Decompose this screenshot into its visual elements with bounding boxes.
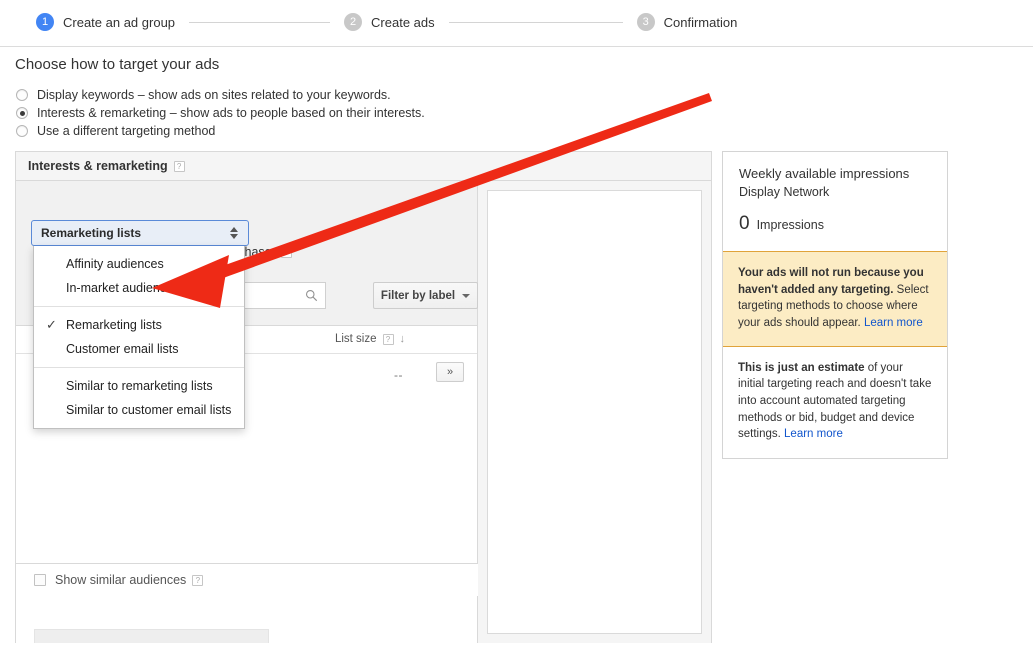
estimates-sidebar: Weekly available impressions Display Net… bbox=[722, 151, 948, 460]
wizard-connector-1 bbox=[189, 21, 331, 23]
audience-type-dropdown-value: Remarketing lists bbox=[41, 226, 142, 240]
show-similar-audiences-label: Show similar audiences bbox=[55, 573, 187, 587]
dropdown-item-label: Similar to customer email lists bbox=[66, 403, 232, 417]
sort-descending-icon[interactable]: ↓ bbox=[400, 333, 406, 345]
radio-option-display-keywords[interactable]: Display keywords – show ads on sites rel… bbox=[16, 86, 425, 104]
wizard-step-2[interactable]: 2 Create ads bbox=[344, 13, 435, 31]
show-similar-audiences-row[interactable]: Show similar audiences ? bbox=[16, 563, 478, 596]
impressions-value-row: 0 Impressions bbox=[739, 213, 931, 235]
estimate-disclaimer: This is just an estimate of your initial… bbox=[723, 347, 947, 458]
show-similar-audiences-checkbox[interactable] bbox=[34, 574, 46, 586]
estimate-title: Weekly available impressions bbox=[739, 166, 910, 181]
help-icon[interactable]: ? bbox=[382, 333, 394, 345]
radio-option-interests-remarketing[interactable]: Interests & remarketing – show ads to pe… bbox=[16, 104, 425, 122]
impressions-estimate-section: Weekly available impressions Display Net… bbox=[723, 152, 947, 251]
dropdown-item-similar-to-remarketing-lists[interactable]: Similar to remarketing lists bbox=[34, 374, 244, 398]
no-targeting-warning: Your ads will not run because you haven'… bbox=[723, 251, 947, 347]
page-root: 1 Create an ad group 2 Create ads 3 Conf… bbox=[0, 0, 1033, 658]
radio-label-interests-remarketing: Interests & remarketing – show ads to pe… bbox=[37, 106, 425, 120]
list-size-value: -- bbox=[394, 368, 403, 382]
audience-type-dropdown-menu: Affinity audiences In-market audiences ✓… bbox=[33, 246, 245, 429]
list-size-column-header[interactable]: List size ? ↓ bbox=[335, 333, 405, 345]
estimate-network: Display Network bbox=[739, 185, 830, 199]
dropdown-item-customer-email-lists[interactable]: Customer email lists bbox=[34, 337, 244, 361]
wizard-header: 1 Create an ad group 2 Create ads 3 Conf… bbox=[0, 0, 1033, 47]
panel-body: may be most likely to purchase ? Filter … bbox=[16, 181, 711, 643]
panel-title: Interests & remarketing bbox=[28, 159, 168, 173]
dropdown-item-label: In-market audiences bbox=[66, 281, 180, 295]
panel-header: Interests & remarketing ? bbox=[16, 152, 711, 181]
list-size-label: List size bbox=[334, 333, 377, 345]
selected-audiences-box[interactable] bbox=[487, 190, 702, 634]
dropdown-separator bbox=[34, 367, 244, 368]
disclaimer-bold-text: This is just an estimate bbox=[738, 361, 865, 374]
wizard-step-1[interactable]: 1 Create an ad group bbox=[36, 13, 175, 31]
search-icon bbox=[306, 290, 318, 302]
dropdown-item-similar-to-customer-email-lists[interactable]: Similar to customer email lists bbox=[34, 398, 244, 422]
radio-button-icon[interactable] bbox=[16, 89, 28, 101]
footer-strip bbox=[34, 629, 269, 643]
dropdown-item-label: Customer email lists bbox=[66, 342, 179, 356]
wizard-step-3[interactable]: 3 Confirmation bbox=[636, 13, 738, 31]
dropdown-item-label: Similar to remarketing lists bbox=[66, 379, 213, 393]
step-1-label: Create an ad group bbox=[63, 14, 176, 30]
page-title: Choose how to target your ads bbox=[15, 56, 220, 73]
step-1-number: 1 bbox=[36, 13, 54, 31]
wizard-connector-2 bbox=[448, 21, 623, 23]
step-3-number: 3 bbox=[636, 13, 655, 31]
interests-remarketing-panel: Interests & remarketing ? may be most li… bbox=[15, 151, 712, 643]
dropdown-item-affinity-audiences[interactable]: Affinity audiences bbox=[34, 252, 244, 276]
impressions-unit-label: Impressions bbox=[756, 218, 824, 232]
audience-type-dropdown-button[interactable]: Remarketing lists bbox=[31, 220, 249, 246]
targeting-method-radio-group: Display keywords – show ads on sites rel… bbox=[16, 86, 425, 140]
radio-label-display-keywords: Display keywords – show ads on sites rel… bbox=[37, 88, 391, 102]
help-icon[interactable]: ? bbox=[192, 574, 204, 586]
radio-button-icon[interactable] bbox=[16, 125, 28, 137]
filter-by-label-text: Filter by label bbox=[380, 289, 456, 302]
wizard-steps: 1 Create an ad group 2 Create ads 3 Conf… bbox=[36, 13, 737, 31]
radio-option-different-method[interactable]: Use a different targeting method bbox=[16, 122, 425, 140]
warning-learn-more-link[interactable]: Learn more bbox=[864, 317, 923, 329]
dropdown-item-label: Remarketing lists bbox=[66, 318, 162, 332]
add-all-button[interactable]: » bbox=[436, 362, 464, 382]
disclaimer-learn-more-link[interactable]: Learn more bbox=[784, 428, 843, 440]
help-icon[interactable]: ? bbox=[173, 160, 185, 172]
radio-label-different-method: Use a different targeting method bbox=[37, 124, 216, 138]
dropdown-item-in-market-audiences[interactable]: In-market audiences bbox=[34, 276, 244, 300]
help-icon[interactable]: ? bbox=[281, 247, 293, 259]
filter-by-label-button[interactable]: Filter by label bbox=[373, 282, 478, 309]
dropdown-item-remarketing-lists[interactable]: ✓ Remarketing lists bbox=[34, 313, 244, 337]
dropdown-separator bbox=[34, 306, 244, 307]
impressions-count: 0 bbox=[739, 213, 750, 234]
step-2-label: Create ads bbox=[371, 14, 435, 30]
updown-spinner-icon bbox=[230, 226, 239, 240]
dropdown-item-label: Affinity audiences bbox=[66, 257, 164, 271]
chevron-down-icon bbox=[462, 293, 471, 298]
step-3-label: Confirmation bbox=[663, 14, 738, 30]
check-icon: ✓ bbox=[46, 317, 57, 332]
step-2-number: 2 bbox=[344, 13, 363, 31]
selected-audiences-column bbox=[478, 181, 711, 643]
radio-button-selected-icon[interactable] bbox=[16, 107, 28, 119]
